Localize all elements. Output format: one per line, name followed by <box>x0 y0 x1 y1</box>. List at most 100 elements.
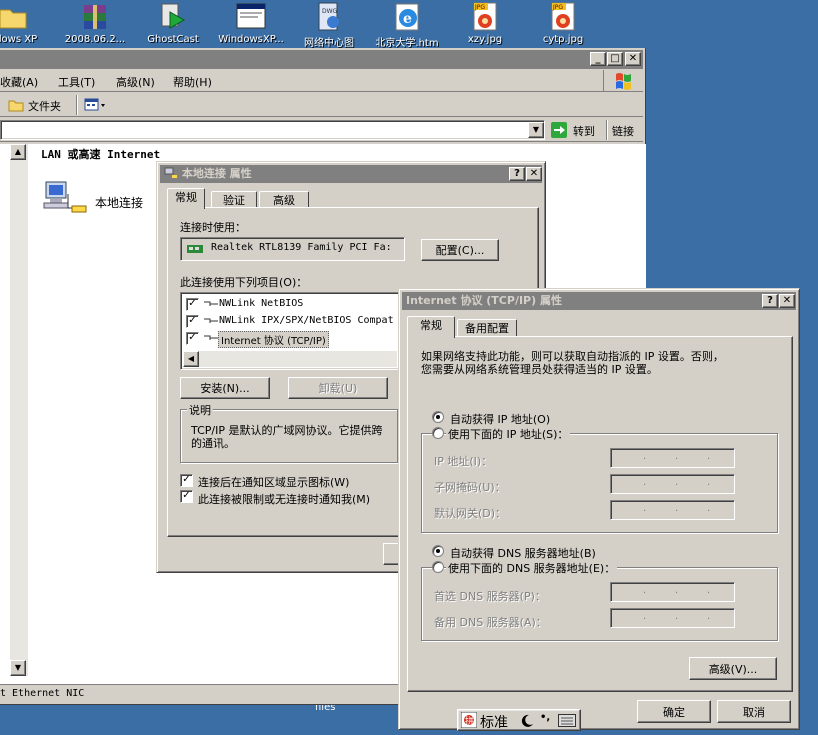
menu-favorites[interactable]: 收藏(A) <box>0 74 38 90</box>
links-button[interactable]: 链接 <box>612 123 634 139</box>
menu-tools[interactable]: 工具(T) <box>58 74 95 90</box>
item-nwlink-netbios[interactable]: NWLink NetBIOS <box>219 298 303 309</box>
toolbar: 文件夹 <box>0 93 643 117</box>
subnet-mask-field[interactable]: ... <box>610 474 735 494</box>
show-icon-label[interactable]: 连接后在通知区域显示图标(W) <box>198 474 349 490</box>
cancel-button[interactable]: 取消 <box>717 700 791 723</box>
scroll-up-button[interactable]: ▲ <box>10 144 26 160</box>
desktop-icon-pku-htm[interactable]: e 北京大学.htm <box>364 0 450 49</box>
close-button[interactable]: ✕ <box>625 52 641 66</box>
section-header: LAN 或高速 Internet <box>41 148 161 161</box>
manual-dns-radio[interactable] <box>432 561 444 573</box>
arrow-left-icon: ◀ <box>187 354 195 363</box>
address-dropdown-button[interactable]: ▼ <box>528 122 544 138</box>
ime-status-bar: 拼 标准 •, <box>457 709 581 731</box>
item-checkbox-nwlink-netbios[interactable]: ✓ <box>186 298 199 311</box>
install-button[interactable]: 安装(N)... <box>180 377 270 399</box>
jpg-file-icon: JPG <box>470 2 500 32</box>
connection-label[interactable]: 本地连接 <box>95 194 143 211</box>
auto-ip-label[interactable]: 自动获得 IP 地址(O) <box>450 411 550 427</box>
description-line2: 的通讯。 <box>191 437 235 450</box>
auto-ip-radio[interactable] <box>432 411 444 423</box>
soft-keyboard-icon[interactable] <box>558 714 576 727</box>
item-checkbox-nwlink-ipx[interactable]: ✓ <box>186 315 199 328</box>
alternate-dns-field[interactable]: ... <box>610 608 735 628</box>
desktop-icon-network-center-diagram[interactable]: DWG 网络中心图 <box>286 0 372 49</box>
maximize-icon: □ <box>610 53 620 64</box>
desktop-icon-2008-archive[interactable]: 2008.06.2... <box>52 0 138 48</box>
svg-text:JPG: JPG <box>552 4 563 11</box>
desktop-icon-xzy-jpg[interactable]: JPG xzy.jpg <box>442 0 528 48</box>
manual-dns-label[interactable]: 使用下面的 DNS 服务器地址(E)： <box>446 560 618 576</box>
items-hscrollbar[interactable]: ◀ <box>183 351 397 367</box>
scroll-down-button[interactable]: ▼ <box>10 660 26 676</box>
connect-using-label: 连接时使用： <box>180 221 246 234</box>
ip-address-field[interactable]: ... <box>610 448 735 468</box>
network-icon <box>164 167 177 178</box>
protocol-icon <box>204 301 218 306</box>
punctuation-icon[interactable]: •, <box>540 712 550 723</box>
auto-dns-label[interactable]: 自动获得 DNS 服务器地址(B) <box>450 545 596 561</box>
tcpip-titlebar: Internet 协议 (TCP/IP) 属性 <box>402 292 796 310</box>
item-checkbox-tcpip[interactable]: ✓ <box>186 332 199 345</box>
uninstall-button[interactable]: 卸载(U) <box>288 377 388 399</box>
props-tab-general[interactable]: 常规 <box>167 188 205 209</box>
preferred-dns-field[interactable]: ... <box>610 582 735 602</box>
items-list[interactable]: ✓ NWLink NetBIOS ✓ NWLink IPX/SPX/NetBIO… <box>180 292 400 370</box>
manual-ip-radio[interactable] <box>432 427 444 439</box>
explorer-titlebar <box>0 50 643 69</box>
desktop-icon-cytp-jpg[interactable]: JPG cytp.jpg <box>520 0 606 48</box>
lan-connection-icon <box>43 181 87 213</box>
help-icon: ? <box>514 168 520 179</box>
props-close-button[interactable]: ✕ <box>526 167 542 181</box>
menu-advanced[interactable]: 高级(N) <box>116 74 155 90</box>
maximize-button[interactable]: □ <box>607 52 623 66</box>
folder-icon <box>0 2 28 32</box>
notify-label[interactable]: 此连接被限制或无连接时通知我(M) <box>198 491 370 507</box>
description-title: 说明 <box>187 402 213 418</box>
views-grid-icon <box>84 98 105 111</box>
auto-dns-radio[interactable] <box>432 545 444 557</box>
go-arrow-icon <box>551 122 567 138</box>
show-icon-checkbox[interactable]: ✓ <box>180 474 193 487</box>
desktop-icon-windows-xp[interactable]: ndows XP <box>0 0 56 48</box>
address-input[interactable] <box>0 120 545 140</box>
menu-bar: 收藏(A) 工具(T) 高级(N) 帮助(H) <box>0 70 643 92</box>
tcpip-close-button[interactable]: ✕ <box>779 294 795 308</box>
window-file-icon <box>236 2 266 32</box>
network-connection-icon[interactable] <box>40 176 87 216</box>
ghostcast-icon <box>158 2 188 32</box>
tcpip-tab-general[interactable]: 常规 <box>407 316 455 338</box>
advanced-button[interactable]: 高级(V)... <box>689 657 777 680</box>
chevron-down-icon: ▼ <box>532 125 540 134</box>
arrow-up-icon: ▲ <box>14 147 22 156</box>
folder-icon <box>8 100 24 112</box>
ok-button[interactable]: 确定 <box>637 700 711 723</box>
tcpip-help-button[interactable]: ? <box>762 294 778 308</box>
go-button[interactable]: 转到 <box>551 121 603 139</box>
winrar-archive-icon <box>80 2 110 32</box>
tcpip-tab-panel: 如果网络支持此功能，则可以获取自动指派的 IP 设置。否则， 您需要从网络系统管… <box>407 336 793 692</box>
menu-help[interactable]: 帮助(H) <box>173 74 212 90</box>
ime-mode-label[interactable]: 标准 <box>480 712 508 732</box>
description-group: 说明 TCP/IP 是默认的广域网协议。它提供跨 的通讯。 <box>180 402 398 463</box>
ip-address-group: 使用下面的 IP 地址(S)： IP 地址(I)： ... 子网掩码(U)： .… <box>421 426 778 533</box>
manual-ip-label[interactable]: 使用下面的 IP 地址(S)： <box>446 426 571 442</box>
item-nwlink-ipx[interactable]: NWLink IPX/SPX/NetBIOS Compat <box>219 315 394 326</box>
vertical-scrollbar[interactable]: ▲ ▼ <box>10 144 28 676</box>
item-tcpip[interactable]: Internet 协议 (TCP/IP) <box>218 331 329 348</box>
minimize-button[interactable]: _ <box>590 52 606 66</box>
configure-button[interactable]: 配置(C)... <box>421 239 499 261</box>
ip-address-label: IP 地址(I)： <box>434 455 493 468</box>
scroll-left-button[interactable]: ◀ <box>183 351 199 367</box>
notify-checkbox[interactable]: ✓ <box>180 490 193 503</box>
folders-button[interactable]: 文件夹 <box>8 97 72 114</box>
props-help-button[interactable]: ? <box>509 167 525 181</box>
views-button[interactable] <box>84 97 108 113</box>
gateway-field[interactable]: ... <box>610 500 735 520</box>
desktop-icon-ghostcast[interactable]: GhostCast <box>130 0 216 48</box>
ime-input-method-icon[interactable]: 拼 <box>461 712 477 728</box>
windows-logo-icon <box>603 70 641 91</box>
desktop-icon-windowsxp-file[interactable]: WindowsXP... <box>208 0 294 48</box>
half-width-moon-icon[interactable] <box>520 713 534 727</box>
